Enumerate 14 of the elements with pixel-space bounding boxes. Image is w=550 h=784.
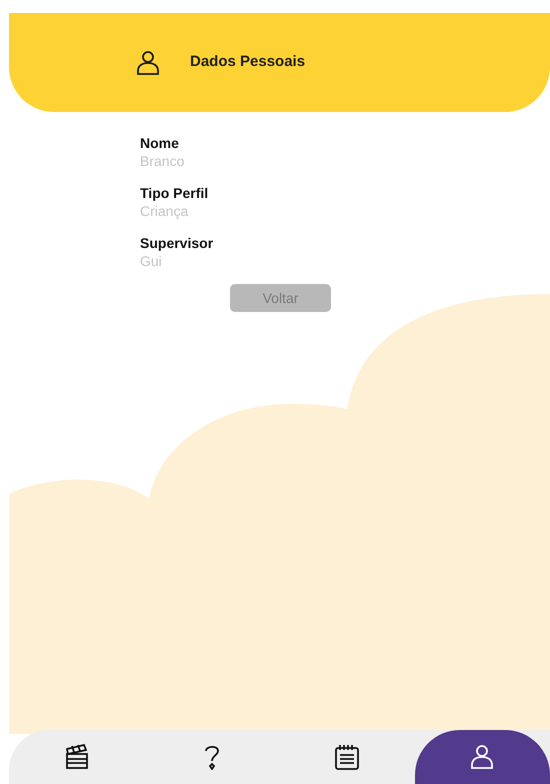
person-icon xyxy=(470,744,494,770)
nav-tab[interactable] xyxy=(414,730,550,784)
clapperboard-icon xyxy=(64,744,90,770)
calendar-icon xyxy=(334,744,360,770)
field-label: Tipo Perfil xyxy=(140,184,210,202)
field-value: Gui xyxy=(140,252,163,270)
field-value: Criança xyxy=(140,202,190,220)
back-button[interactable]: Voltar xyxy=(230,284,331,312)
field-value: Branco xyxy=(140,152,186,170)
field-label: Supervisor xyxy=(140,234,214,252)
question-mark-icon xyxy=(202,744,221,770)
field-label: Nome xyxy=(140,134,180,152)
header-title: Dados Pessoais xyxy=(190,52,306,72)
person-icon xyxy=(136,50,160,76)
